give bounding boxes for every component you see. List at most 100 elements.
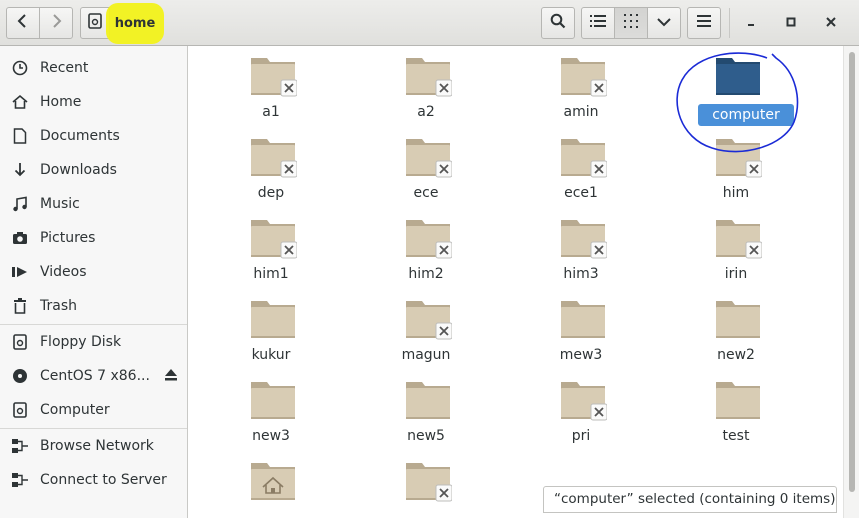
file-item[interactable]: computer (676, 46, 796, 127)
file-item-label: irin (724, 266, 748, 282)
folder-icon (561, 139, 607, 178)
header-separator (729, 8, 730, 38)
grid-view-button[interactable] (614, 7, 648, 39)
file-item-label: him1 (253, 266, 289, 282)
sidebar-item-downloads[interactable]: Downloads (0, 153, 188, 187)
menu-button[interactable] (687, 7, 721, 39)
file-item-label: dep (257, 185, 285, 201)
sidebar-item-music[interactable]: Music (0, 187, 188, 221)
sidebar-item-centos[interactable]: CentOS 7 x86... (0, 359, 188, 393)
file-item-label: amin (563, 104, 599, 120)
file-item[interactable]: pri (521, 370, 641, 451)
file-item-label: pri (571, 428, 591, 444)
folder-icon (406, 382, 450, 419)
sidebar-item-pictures[interactable]: Pictures (0, 221, 188, 255)
file-item[interactable]: a1 (211, 46, 331, 127)
file-item-label: ece1 (564, 185, 598, 201)
sidebar-item-label: Floppy Disk (40, 334, 122, 350)
folder-icon (251, 382, 295, 419)
folder-icon (251, 463, 295, 500)
sidebar-item-label: Connect to Server (40, 472, 167, 488)
list-view-icon (590, 14, 606, 32)
folder-icon (561, 301, 605, 338)
close-button[interactable] (815, 7, 847, 39)
grid-view-icon (624, 14, 638, 32)
sidebar-item-videos[interactable]: Videos (0, 255, 188, 289)
eject-icon[interactable] (164, 368, 178, 386)
forward-button[interactable] (39, 7, 73, 39)
file-item[interactable]: magun (366, 289, 486, 370)
sidebar-item-documents[interactable]: Documents (0, 119, 188, 153)
file-item[interactable]: test (676, 370, 796, 451)
file-item[interactable]: dep (211, 127, 331, 208)
vertical-scrollbar[interactable] (843, 46, 859, 518)
folder-icon (406, 463, 452, 502)
folder-icon (251, 301, 295, 338)
sidebar-item-label: Recent (40, 60, 89, 76)
file-item[interactable]: ece (366, 127, 486, 208)
file-item[interactable]: him2 (366, 208, 486, 289)
network-icon (0, 439, 40, 453)
file-icon-view[interactable]: a1 a2 amin computer dep ece ece1 him him1 him2 him… (189, 46, 843, 518)
file-item-label: magun (401, 347, 451, 363)
sidebar-item-floppy-disk[interactable]: Floppy Disk (0, 325, 188, 359)
sidebar: Recent Home Documents Downloads Music Pi… (0, 46, 188, 518)
sidebar-item-connect-to-server[interactable]: Connect to Server (0, 463, 188, 497)
sidebar-item-computer[interactable]: Computer (0, 393, 188, 427)
drive-icon (88, 13, 102, 33)
sidebar-item-label: Videos (40, 264, 87, 280)
view-options-button[interactable] (647, 7, 681, 39)
file-item[interactable]: new5 (366, 370, 486, 451)
file-item-label: kukur (251, 347, 291, 363)
folder-icon (716, 301, 760, 338)
file-item[interactable]: amin (521, 46, 641, 127)
computer-icon (0, 402, 40, 418)
file-item-label: ece (413, 185, 439, 201)
sidebar-item-label: Browse Network (40, 438, 154, 454)
sidebar-item-home[interactable]: Home (0, 85, 188, 119)
server-icon (0, 473, 40, 487)
chevron-right-icon (50, 14, 62, 32)
file-item[interactable] (211, 451, 331, 518)
search-button[interactable] (541, 7, 575, 39)
document-icon (0, 128, 40, 144)
file-item[interactable]: kukur (211, 289, 331, 370)
file-item[interactable]: new2 (676, 289, 796, 370)
folder-icon (406, 301, 452, 340)
folder-icon (406, 220, 452, 259)
folder-icon (716, 58, 760, 95)
file-item[interactable]: a2 (366, 46, 486, 127)
file-item[interactable]: irin (676, 208, 796, 289)
file-item[interactable]: new3 (211, 370, 331, 451)
folder-icon (561, 58, 607, 97)
download-icon (0, 162, 40, 178)
maximize-button[interactable] (775, 7, 807, 39)
file-item[interactable]: ece1 (521, 127, 641, 208)
video-icon (0, 266, 40, 278)
maximize-icon (786, 15, 796, 31)
sidebar-item-trash[interactable]: Trash (0, 289, 188, 323)
path-home-label: home (114, 15, 156, 31)
path-home-button[interactable]: home (109, 7, 161, 39)
hamburger-icon (697, 15, 711, 31)
file-item[interactable]: him (676, 127, 796, 208)
file-item[interactable]: mew3 (521, 289, 641, 370)
scrollbar-thumb[interactable] (849, 52, 855, 492)
sidebar-item-recent[interactable]: Recent (0, 51, 188, 85)
folder-icon (251, 139, 297, 178)
clock-icon (0, 60, 40, 76)
list-view-button[interactable] (581, 7, 615, 39)
file-item-label: new3 (252, 428, 290, 444)
file-item[interactable] (366, 451, 486, 518)
file-item[interactable]: him3 (521, 208, 641, 289)
sidebar-item-label: Documents (40, 128, 120, 144)
file-item-label: a2 (417, 104, 435, 120)
back-button[interactable] (6, 7, 40, 39)
folder-icon (716, 139, 762, 178)
file-item-label: new2 (717, 347, 755, 363)
folder-icon (561, 220, 607, 259)
folder-icon (716, 382, 760, 419)
sidebar-item-browse-network[interactable]: Browse Network (0, 429, 188, 463)
file-item[interactable]: him1 (211, 208, 331, 289)
minimize-button[interactable] (735, 7, 767, 39)
